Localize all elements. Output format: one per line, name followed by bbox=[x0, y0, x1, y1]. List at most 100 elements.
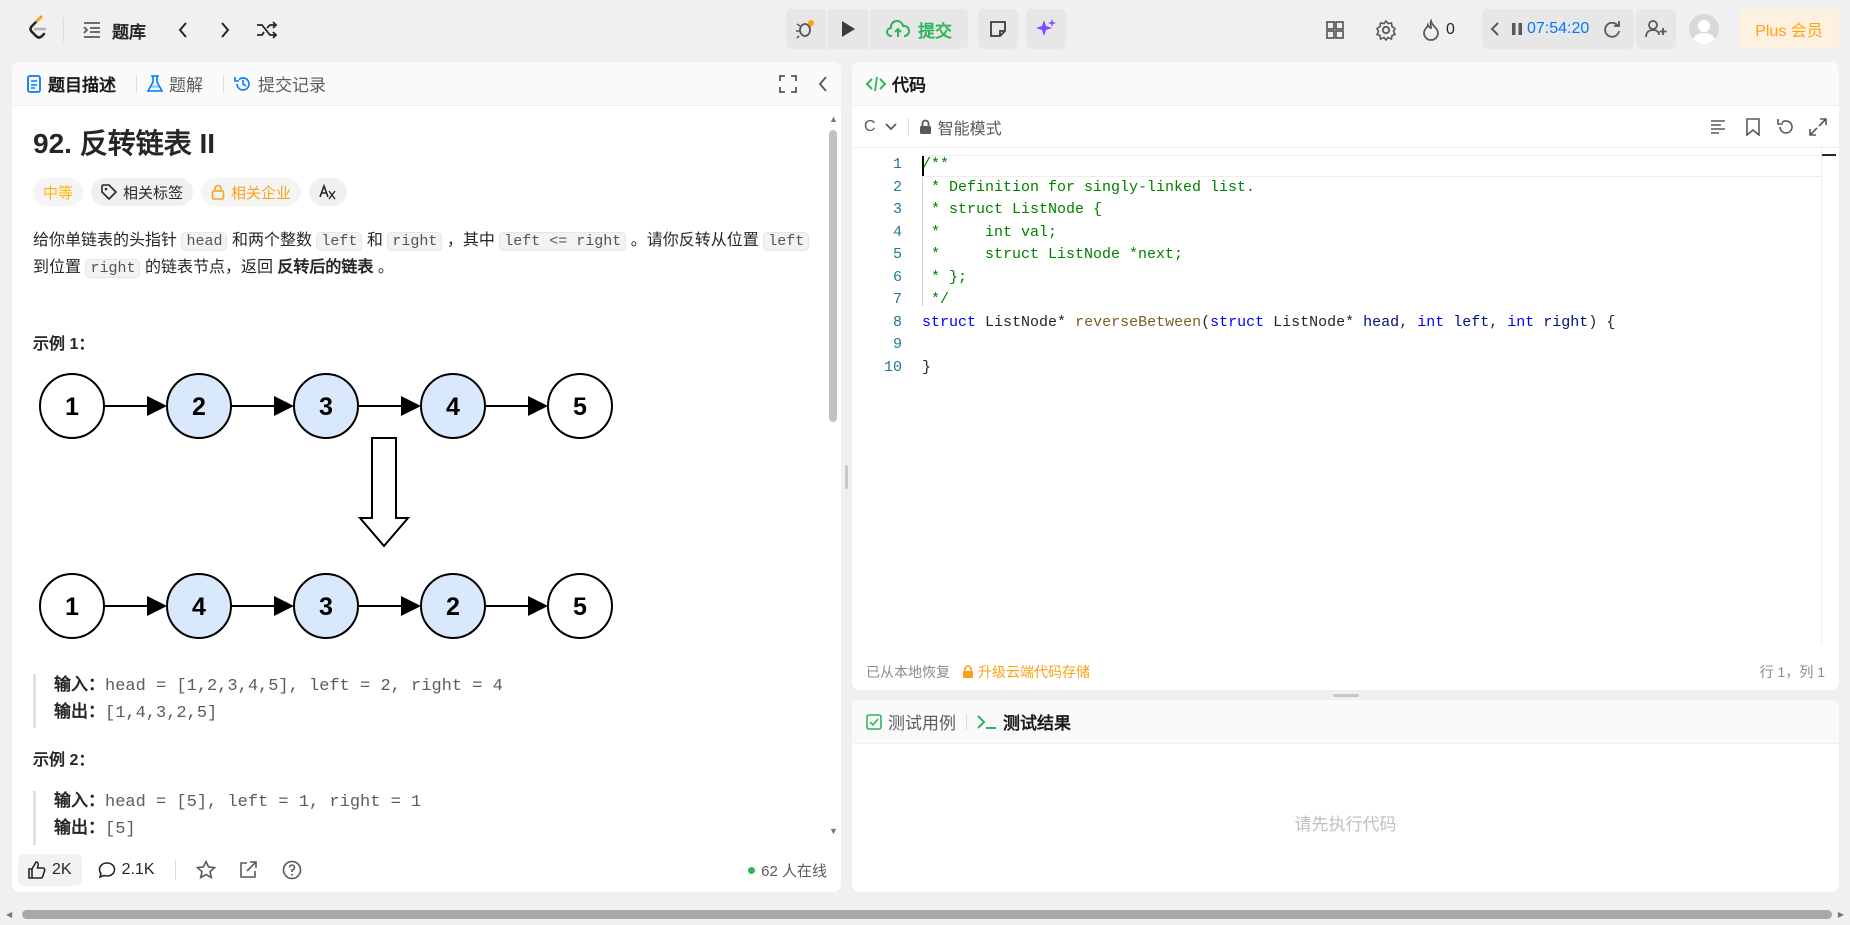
collapse-panel-icon[interactable] bbox=[817, 75, 829, 93]
shuffle-icon[interactable] bbox=[255, 18, 279, 42]
play-icon bbox=[840, 20, 856, 38]
bookmark-icon[interactable] bbox=[1745, 118, 1761, 136]
plus-membership-button[interactable]: Plus 会员 bbox=[1739, 9, 1839, 49]
test-tabs: 测试用例 测试结果 bbox=[852, 700, 1839, 744]
help-icon[interactable] bbox=[282, 860, 302, 880]
problem-list-label: 题库 bbox=[112, 22, 146, 42]
tab-divider bbox=[136, 75, 137, 92]
code-editor[interactable]: 1 2 3 4 5 6 7 8 9 10 /** * Definition for singly-… bbox=[852, 148, 1839, 644]
page-horizontal-scrollbar[interactable]: ◀ ▶ bbox=[0, 903, 1850, 925]
share-icon[interactable] bbox=[238, 860, 258, 880]
desc-code: left bbox=[316, 232, 363, 251]
linked-list-diagram: 1 2 3 4 5 1 4 3 2 5 bbox=[39, 373, 613, 639]
ai-assist-button[interactable] bbox=[1026, 9, 1066, 49]
example-1-block: 输入：head = [1,2,3,4,5], left = 2, right =… bbox=[54, 672, 503, 726]
note-button[interactable] bbox=[978, 9, 1018, 49]
scrollbar-marker bbox=[1822, 154, 1836, 156]
scroll-down-icon[interactable]: ▼ bbox=[829, 826, 838, 836]
output-label: 输出： bbox=[54, 702, 105, 721]
collapse-timer-icon[interactable] bbox=[1486, 17, 1504, 41]
divider bbox=[63, 18, 64, 42]
restore-status: 已从本地恢复 bbox=[866, 664, 950, 680]
expand-editor-icon[interactable] bbox=[1809, 118, 1827, 136]
tab-submissions-label: 提交记录 bbox=[258, 76, 326, 95]
example-1-heading: 示例 1： bbox=[33, 336, 95, 353]
debug-button[interactable] bbox=[786, 9, 826, 49]
prev-problem-icon[interactable] bbox=[173, 18, 193, 42]
scrollbar-thumb[interactable] bbox=[829, 130, 837, 422]
star-icon[interactable] bbox=[195, 860, 216, 880]
example-2-output: [5] bbox=[105, 820, 136, 839]
desc-text: 。 bbox=[377, 259, 394, 276]
tab-solutions[interactable]: 题解 bbox=[147, 71, 203, 96]
editor-status-bar: 已从本地恢复 升级云端代码存储 行 1，列 1 bbox=[852, 654, 1839, 690]
online-count-label: 62 人在线 bbox=[761, 862, 827, 880]
editor-toolbar: C 智能模式 bbox=[852, 106, 1839, 148]
avatar[interactable] bbox=[1689, 14, 1719, 44]
editor-scrollbar[interactable] bbox=[1821, 148, 1836, 644]
indent-guide bbox=[922, 177, 923, 306]
list-node-value: 5 bbox=[573, 393, 587, 421]
list-node-value: 1 bbox=[65, 593, 79, 621]
terminal-icon bbox=[977, 714, 997, 730]
tab-description[interactable]: 题目描述 bbox=[26, 71, 116, 96]
code-panel: 代码 C 智能模式 1 2 3 4 5 6 7 8 9 10 /** * Definition f… bbox=[852, 62, 1839, 690]
streak-counter[interactable]: 0 bbox=[1422, 16, 1455, 44]
tab-test-result[interactable]: 测试结果 bbox=[977, 709, 1071, 734]
scroll-right-icon[interactable]: ▶ bbox=[1838, 910, 1844, 919]
fullscreen-icon[interactable] bbox=[779, 75, 797, 93]
format-icon[interactable] bbox=[1709, 118, 1727, 136]
line-number: 5 bbox=[892, 246, 902, 263]
language-select[interactable]: C bbox=[864, 118, 898, 136]
reset-code-icon[interactable] bbox=[1777, 118, 1795, 136]
horizontal-resize-handle[interactable] bbox=[1333, 694, 1359, 697]
line-number: 9 bbox=[892, 336, 902, 353]
sparkle-icon bbox=[1035, 18, 1057, 40]
translate-icon bbox=[319, 184, 337, 200]
scroll-left-icon[interactable]: ◀ bbox=[6, 910, 12, 919]
tab-test-cases[interactable]: 测试用例 bbox=[866, 709, 956, 734]
divider bbox=[907, 117, 909, 136]
problem-list-button[interactable]: 题库 bbox=[82, 14, 146, 46]
tab-test-result-label: 测试结果 bbox=[1003, 714, 1071, 733]
tab-code[interactable]: 代码 bbox=[866, 71, 926, 96]
page-scrollbar-thumb[interactable] bbox=[22, 910, 1832, 919]
submit-label: 提交 bbox=[918, 21, 952, 41]
example-2-block: 输入：head = [5], left = 1, right = 1 输出：[5… bbox=[54, 788, 421, 842]
related-companies-button[interactable]: 相关企业 bbox=[201, 178, 302, 206]
run-button[interactable] bbox=[828, 9, 868, 49]
comment-count: 2.1K bbox=[121, 861, 155, 878]
settings-gear-icon[interactable] bbox=[1374, 18, 1398, 42]
pause-icon[interactable] bbox=[1508, 17, 1526, 41]
leetcode-logo-icon[interactable] bbox=[26, 14, 50, 42]
timer-display: 07:54:20 bbox=[1527, 20, 1590, 37]
code-line: } bbox=[922, 358, 932, 376]
comments-button[interactable]: 2.1K bbox=[88, 854, 165, 886]
line-number: 10 bbox=[883, 358, 902, 376]
layout-icon[interactable] bbox=[1323, 18, 1347, 42]
desc-text: 和两个整数 bbox=[231, 232, 312, 249]
example-2-bar bbox=[33, 791, 36, 845]
example-1-output: [1,4,3,2,5] bbox=[105, 704, 218, 723]
smart-mode-toggle[interactable]: 智能模式 bbox=[919, 115, 1002, 139]
like-count: 2K bbox=[52, 861, 72, 878]
like-button[interactable]: 2K bbox=[18, 854, 82, 886]
description-scrollbar[interactable]: ▲ ▼ bbox=[829, 114, 838, 836]
desc-text: ，其中 bbox=[446, 232, 495, 249]
next-problem-icon[interactable] bbox=[215, 18, 235, 42]
submit-button[interactable]: 提交 bbox=[870, 9, 968, 49]
history-icon bbox=[234, 75, 252, 93]
example-2-heading: 示例 2： bbox=[33, 752, 95, 769]
upgrade-storage-link[interactable]: 升级云端代码存储 bbox=[962, 662, 1090, 682]
reset-timer-icon[interactable] bbox=[1600, 17, 1624, 41]
tab-submissions[interactable]: 提交记录 bbox=[234, 71, 326, 96]
vertical-resize-handle[interactable] bbox=[845, 465, 848, 489]
lock-icon bbox=[211, 184, 225, 200]
invite-button[interactable] bbox=[1636, 9, 1676, 49]
translate-button[interactable] bbox=[309, 178, 348, 206]
related-tags-button[interactable]: 相关标签 bbox=[91, 178, 194, 206]
add-user-icon bbox=[1645, 19, 1667, 39]
scroll-up-icon[interactable]: ▲ bbox=[829, 114, 838, 124]
output-label: 输出： bbox=[54, 818, 105, 837]
